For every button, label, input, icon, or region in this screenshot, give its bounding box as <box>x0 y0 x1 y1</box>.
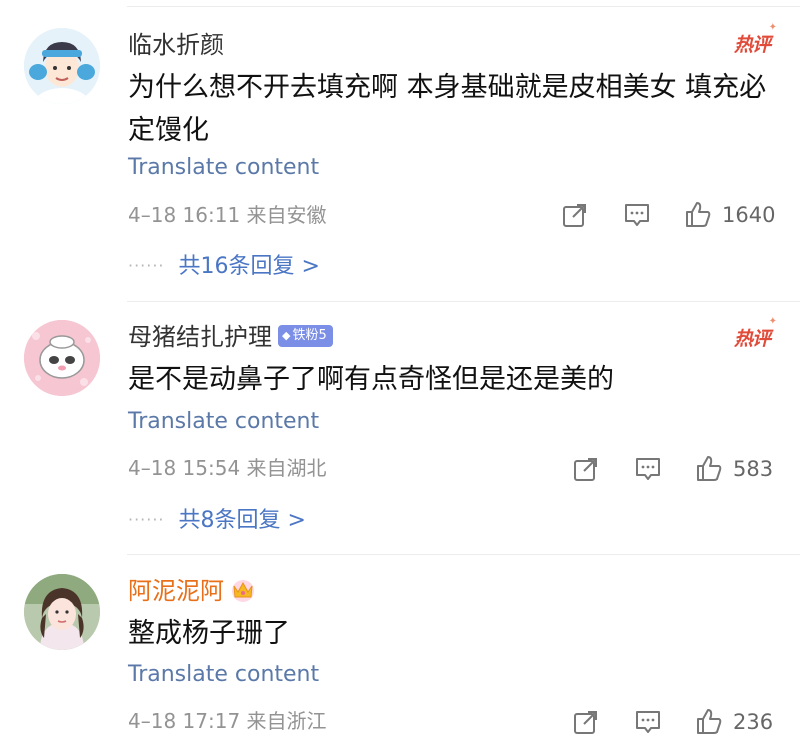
comment-meta: 4–18 15:54 来自湖北 <box>128 456 327 480</box>
avatar-illustration <box>24 320 100 396</box>
comment-icon[interactable] <box>635 709 661 735</box>
thumbs-up-icon[interactable] <box>684 200 712 228</box>
comment-text: 整成杨子珊了 <box>128 618 290 649</box>
avatar[interactable] <box>24 28 100 104</box>
thumbs-up-icon[interactable] <box>695 454 723 482</box>
comment-divider <box>127 301 800 302</box>
comment-icon[interactable] <box>635 456 661 482</box>
diamond-icon: ◆ <box>282 329 291 342</box>
share-icon[interactable] <box>573 456 599 482</box>
comment-meta: 4–18 16:11 来自安徽 <box>128 203 327 227</box>
crown-icon <box>232 580 254 602</box>
comment-text: 是不是动鼻子了啊有点奇怪但是还是美的 <box>128 364 614 395</box>
reply-dots: ······ <box>128 256 165 275</box>
hot-label: 热评 <box>733 328 771 350</box>
share-icon[interactable] <box>573 709 599 735</box>
hot-comment-badge: 热评 ✦ <box>733 22 777 56</box>
translate-link[interactable]: Translate content <box>128 661 319 689</box>
avatar[interactable] <box>24 574 100 650</box>
share-icon[interactable] <box>562 202 588 228</box>
like-count: 1640 <box>722 203 776 227</box>
avatar[interactable] <box>24 320 100 396</box>
like-count: 583 <box>733 457 774 481</box>
view-replies-link[interactable]: ······ 共8条回复 > <box>128 506 306 537</box>
thumbs-up-icon[interactable] <box>695 707 723 735</box>
view-replies-link[interactable]: ······ 共16条回复 > <box>128 252 320 283</box>
comment-divider <box>127 554 800 555</box>
username-row: 母猪结扎护理 ◆ 铁粉5 <box>128 322 333 352</box>
username[interactable]: 临水折颜 <box>128 30 224 60</box>
top-divider <box>127 6 800 7</box>
translate-link[interactable]: Translate content <box>128 154 319 182</box>
fan-badge[interactable]: ◆ 铁粉5 <box>278 325 333 347</box>
replies-label: 共8条回复 > <box>178 508 306 533</box>
replies-label: 共16条回复 > <box>178 254 320 279</box>
translate-link[interactable]: Translate content <box>128 408 319 436</box>
username-row: 阿泥泥阿 <box>128 576 256 606</box>
username[interactable]: 母猪结扎护理 <box>128 323 272 351</box>
like-count: 236 <box>733 710 774 734</box>
comment-text: 为什么想不开去填充啊 本身基础就是皮相美女 填充必定馒化 <box>128 72 767 146</box>
hot-comment-badge: 热评 ✦ <box>733 316 777 350</box>
reply-dots: ······ <box>128 510 165 529</box>
username[interactable]: 阿泥泥阿 <box>128 577 224 605</box>
avatar-illustration <box>24 574 100 650</box>
hot-label: 热评 <box>733 34 771 56</box>
comment-icon[interactable] <box>624 202 650 228</box>
avatar-illustration <box>24 28 100 104</box>
fan-badge-label: 铁粉5 <box>292 328 327 343</box>
comment-meta: 4–18 17:17 来自浙江 <box>128 709 327 733</box>
